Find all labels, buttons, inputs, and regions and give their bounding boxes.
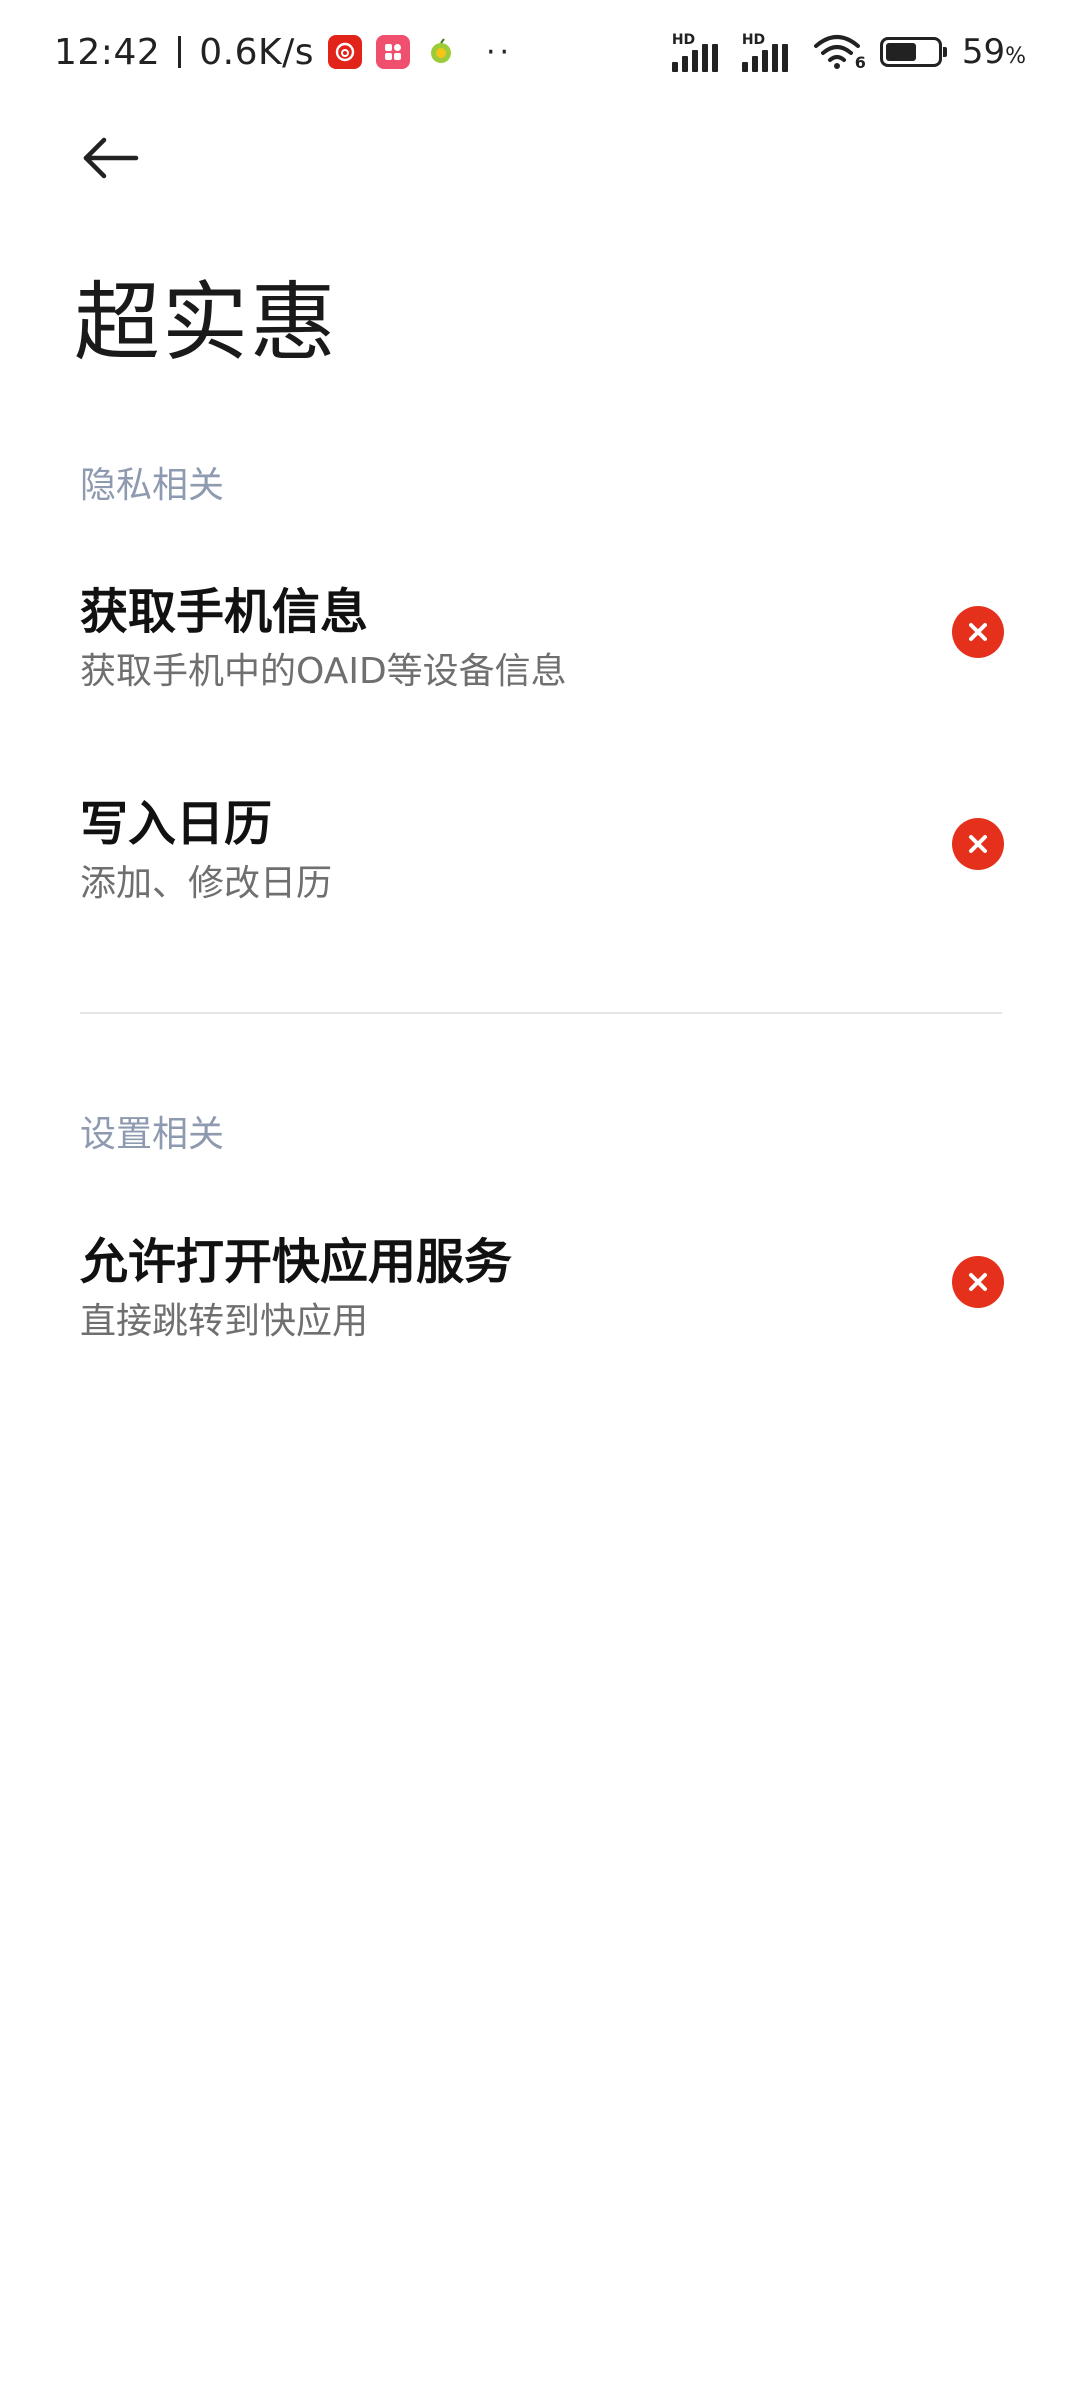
- battery-percentage: 59%: [961, 32, 1026, 72]
- permission-title: 允许打开快应用服务: [80, 1234, 513, 1290]
- status-bar-right: HD HD 6 59%: [671, 28, 1026, 76]
- permission-row-calendar[interactable]: 写入日历 添加、修改日历: [0, 784, 1080, 964]
- deny-icon[interactable]: [952, 818, 1004, 870]
- wifi-icon: 6: [812, 32, 866, 72]
- back-button[interactable]: [70, 120, 150, 200]
- deny-icon[interactable]: [952, 606, 1004, 658]
- section-header-settings: 设置相关: [80, 1114, 225, 1155]
- section-divider: [80, 1012, 1002, 1014]
- battery-fill: [885, 43, 916, 61]
- page-title: 超实惠: [74, 273, 338, 373]
- deny-icon[interactable]: [952, 1256, 1004, 1308]
- status-separator: [178, 36, 182, 68]
- permission-title: 写入日历: [80, 796, 273, 852]
- permission-description: 添加、修改日历: [80, 863, 333, 904]
- status-time: 12:42: [54, 31, 161, 73]
- arrow-left-icon: [78, 134, 142, 186]
- section-header-privacy: 隐私相关: [80, 465, 225, 506]
- permission-row-device-info[interactable]: 获取手机信息 获取手机中的OAID等设备信息: [0, 572, 1080, 752]
- permission-description: 直接跳转到快应用: [80, 1301, 369, 1342]
- game-icon: [424, 35, 458, 69]
- permission-title: 获取手机信息: [80, 584, 369, 640]
- network-speed: 0.6K/s: [199, 31, 314, 73]
- more-notifications-indicator: ··: [486, 34, 514, 70]
- status-bar-left: 12:42 0.6K/s ··: [54, 28, 513, 76]
- wifi-6-label: 6: [854, 53, 866, 72]
- cellular-signal-icon: HD: [671, 32, 728, 72]
- status-bar: 12:42 0.6K/s ·· HD HD 6 59%: [0, 0, 1080, 104]
- netease-music-icon: [328, 35, 362, 69]
- permission-description: 获取手机中的OAID等设备信息: [80, 651, 567, 692]
- app-store-icon: [376, 35, 410, 69]
- permission-row-quick-app[interactable]: 允许打开快应用服务 直接跳转到快应用: [0, 1222, 1080, 1402]
- battery-icon: [879, 37, 947, 67]
- cellular-signal-icon: HD: [741, 32, 798, 72]
